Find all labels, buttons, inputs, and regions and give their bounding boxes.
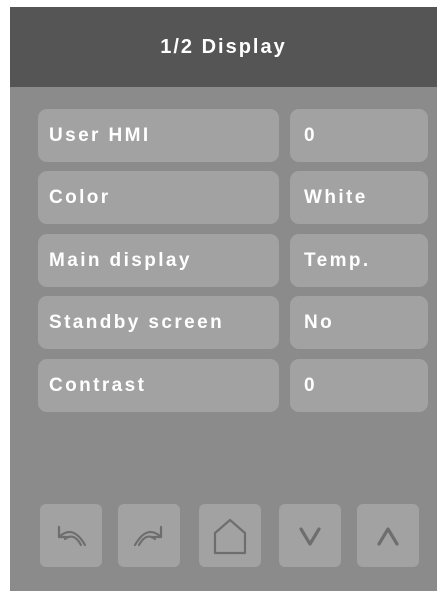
display-settings-screen: 1/2 Display User HMI 0 Color White Main … — [10, 7, 437, 591]
scroll-down-button[interactable] — [279, 504, 341, 567]
undo-arrow-icon — [57, 525, 87, 546]
header-bar: 1/2 Display — [10, 7, 437, 87]
home-button[interactable] — [199, 504, 261, 567]
setting-label-user-hmi[interactable]: User HMI — [38, 109, 279, 162]
setting-value-user-hmi[interactable]: 0 — [290, 109, 428, 162]
undo-button[interactable] — [40, 504, 102, 567]
scroll-up-button[interactable] — [357, 504, 419, 567]
setting-row-color: Color White — [10, 171, 437, 224]
setting-row-user-hmi: User HMI 0 — [10, 109, 437, 162]
setting-label-contrast[interactable]: Contrast — [38, 359, 279, 412]
setting-label-main-display[interactable]: Main display — [38, 234, 279, 287]
redo-button[interactable] — [118, 504, 180, 567]
home-icon — [213, 518, 247, 554]
redo-arrow-icon — [133, 525, 163, 546]
setting-value-main-display[interactable]: Temp. — [290, 234, 428, 287]
setting-value-standby-screen[interactable]: No — [290, 296, 428, 349]
setting-value-contrast[interactable]: 0 — [290, 359, 428, 412]
setting-row-main-display: Main display Temp. — [10, 234, 437, 287]
setting-row-standby-screen: Standby screen No — [10, 296, 437, 349]
setting-value-color[interactable]: White — [290, 171, 428, 224]
setting-row-contrast: Contrast 0 — [10, 359, 437, 412]
page-title: 1/2 Display — [160, 35, 287, 58]
chevron-up-icon — [377, 526, 399, 546]
setting-label-color[interactable]: Color — [38, 171, 279, 224]
chevron-down-icon — [299, 526, 321, 546]
setting-label-standby-screen[interactable]: Standby screen — [38, 296, 279, 349]
